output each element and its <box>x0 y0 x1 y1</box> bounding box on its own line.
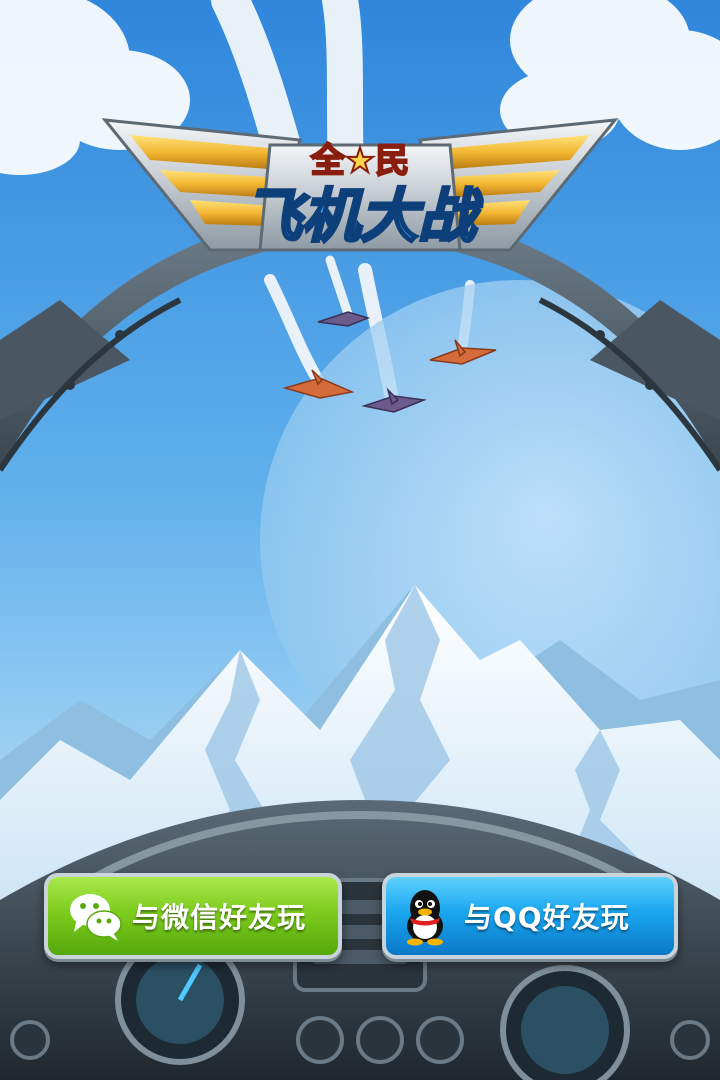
logo-title: 飞机大战 <box>244 182 483 250</box>
qq-play-button[interactable]: 与QQ好友玩 <box>382 873 678 959</box>
qq-button-label: 与QQ好友玩 <box>464 901 630 934</box>
wechat-play-button[interactable]: 与微信好友玩 <box>44 873 342 959</box>
wechat-icon <box>70 894 122 941</box>
wechat-button-label: 与微信好友玩 <box>132 901 307 934</box>
qq-penguin-icon <box>407 890 443 946</box>
logo-subtitle: 全★民 <box>310 141 409 181</box>
